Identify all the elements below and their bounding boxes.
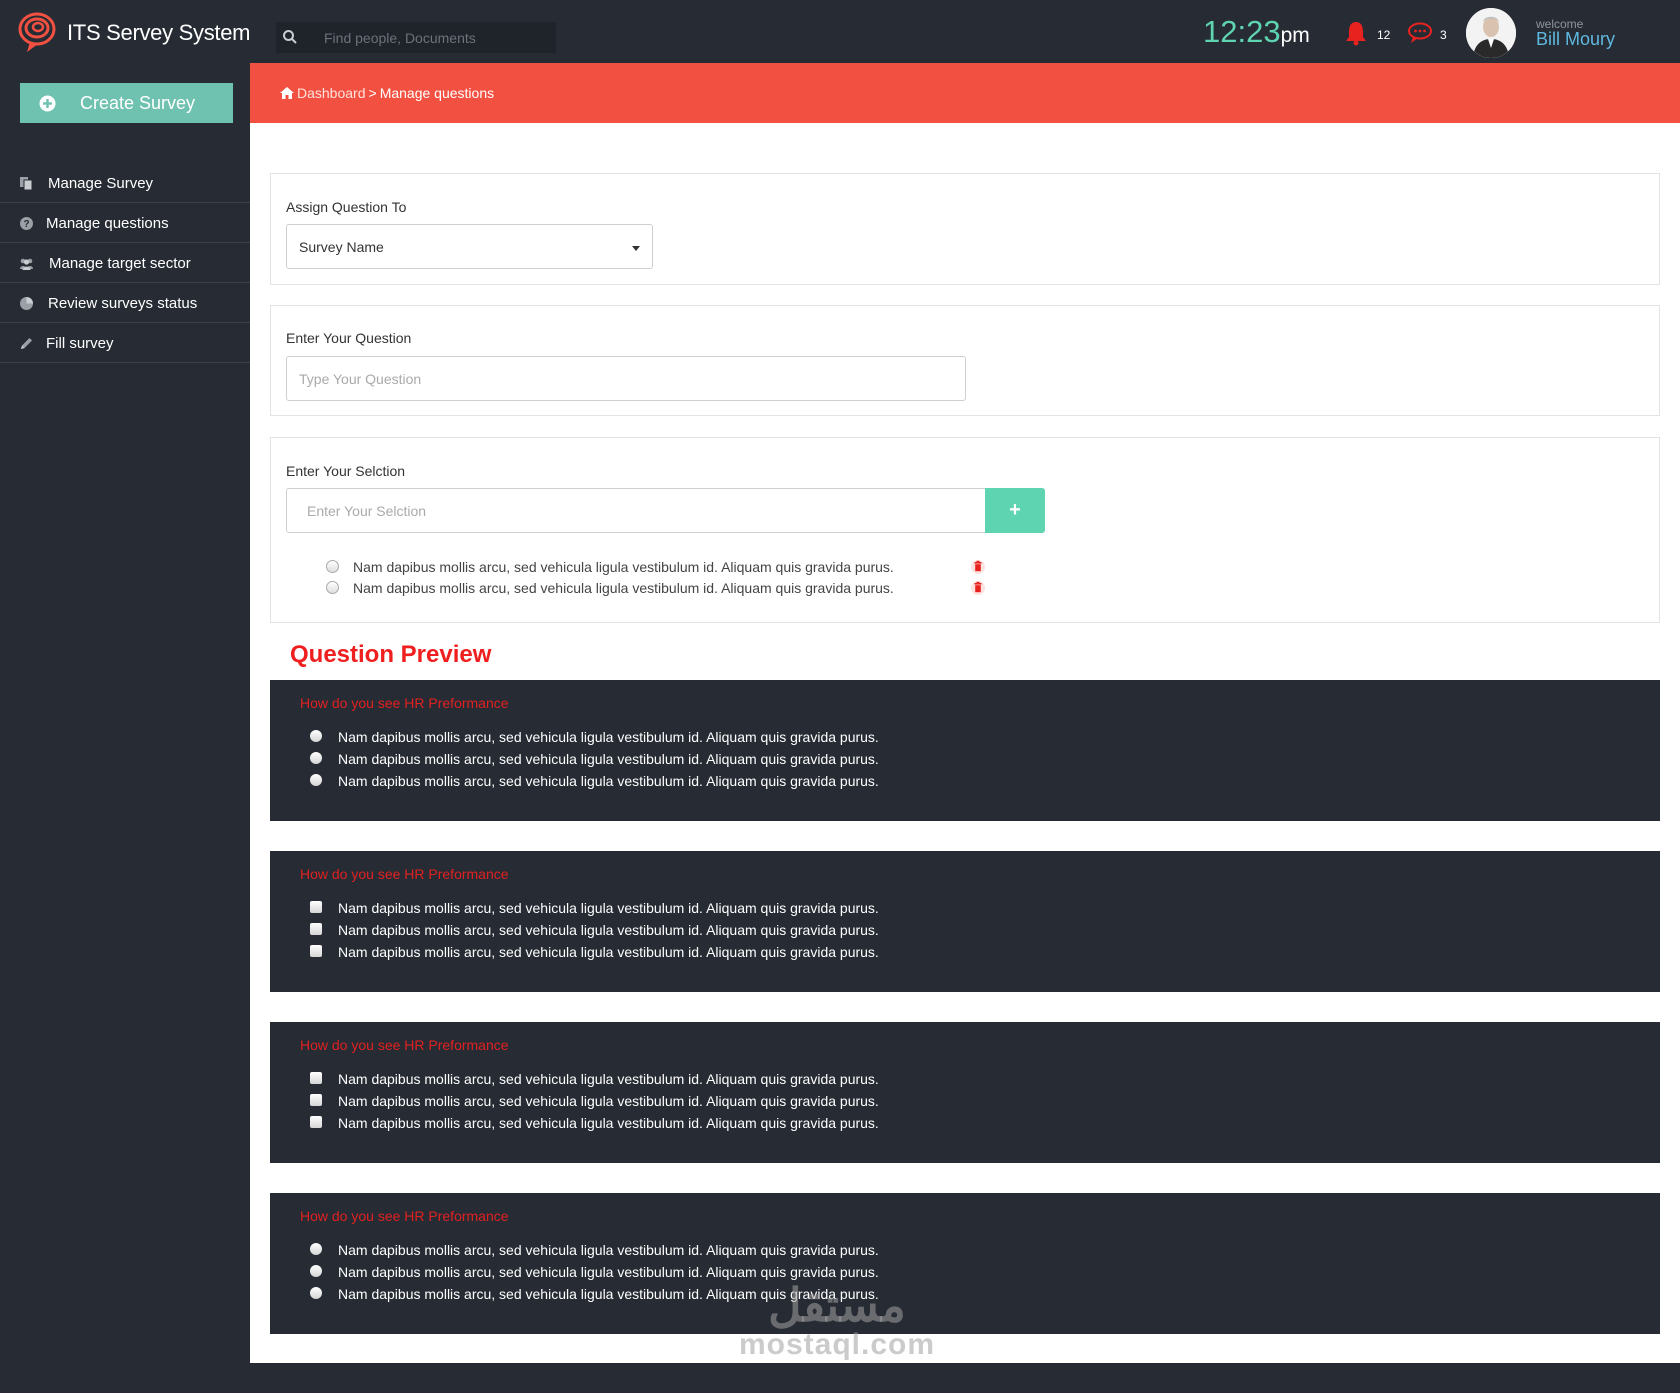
preview-card: How do you see HR Preformance Nam dapibu… [270, 1193, 1660, 1334]
sidebar-item-review-surveys-status[interactable]: Review surveys status [0, 283, 250, 323]
preview-option-radio[interactable] [310, 774, 322, 786]
preview-card-title: How do you see HR Preformance [300, 695, 509, 711]
preview-card: How do you see HR Preformance Nam dapibu… [270, 680, 1660, 821]
preview-card-title: How do you see HR Preformance [300, 1037, 509, 1053]
user-name[interactable]: Bill Moury [1536, 29, 1615, 50]
preview-option-text: Nam dapibus mollis arcu, sed vehicula li… [338, 1115, 879, 1131]
create-survey-button[interactable]: Create Survey [20, 83, 233, 123]
sidebar-nav: Manage Survey ? Manage questions Manage … [0, 163, 250, 363]
search-box [276, 22, 556, 53]
preview-option-checkbox[interactable] [310, 901, 322, 913]
question-input[interactable] [286, 356, 966, 401]
question-panel: Enter Your Question [270, 305, 1660, 416]
users-icon [20, 258, 33, 270]
sidebar-item-label: Manage questions [46, 215, 169, 232]
question-label: Enter Your Question [286, 330, 412, 346]
sidebar-item-label: Fill survey [46, 335, 114, 352]
main-content: Dashboard > Manage questions Assign Questi… [250, 63, 1680, 1363]
watermark-arabic: مستقل [768, 1279, 906, 1331]
assign-question-label: Assign Question To [286, 199, 407, 215]
chat-icon[interactable] [1407, 22, 1433, 44]
preview-option-text: Nam dapibus mollis arcu, sed vehicula li… [338, 1242, 879, 1258]
sidebar-item-manage-survey[interactable]: Manage Survey [0, 163, 250, 203]
preview-option-checkbox[interactable] [310, 1116, 322, 1128]
preview-option-text: Nam dapibus mollis arcu, sed vehicula li… [338, 773, 879, 789]
selection-option-text: Nam dapibus mollis arcu, sed vehicula li… [353, 559, 894, 575]
breadcrumb-separator: > [368, 85, 377, 101]
sidebar-item-label: Review surveys status [48, 295, 198, 312]
preview-option-text: Nam dapibus mollis arcu, sed vehicula li… [338, 729, 879, 745]
search-input[interactable] [324, 22, 549, 53]
breadcrumb-bar: Dashboard > Manage questions [250, 63, 1680, 123]
selection-option-radio[interactable] [326, 581, 339, 594]
sidebar-item-fill-survey[interactable]: Fill survey [0, 323, 250, 363]
watermark: مستقل mostaql.com [737, 1280, 937, 1360]
logo-icon [18, 12, 56, 52]
preview-option-radio[interactable] [310, 1265, 322, 1277]
selection-label: Enter Your Selction [286, 463, 406, 479]
preview-option-checkbox[interactable] [310, 945, 322, 957]
question-preview-title: Question Preview [290, 641, 492, 668]
chevron-down-icon [632, 246, 640, 251]
preview-option-checkbox[interactable] [310, 1094, 322, 1106]
clock: 12:23pm [1203, 14, 1310, 50]
breadcrumb-dashboard-link[interactable]: Dashboard [297, 85, 366, 101]
selection-input[interactable] [286, 488, 986, 533]
user-photo-icon [1466, 8, 1516, 58]
preview-option-radio[interactable] [310, 1287, 322, 1299]
avatar[interactable] [1466, 8, 1516, 58]
preview-option-text: Nam dapibus mollis arcu, sed vehicula li… [338, 1093, 879, 1109]
trash-icon[interactable] [971, 580, 985, 595]
trash-icon[interactable] [971, 559, 985, 574]
preview-option-checkbox[interactable] [310, 1072, 322, 1084]
clock-ampm: pm [1280, 24, 1310, 47]
selection-panel: Enter Your Selction + Nam dapibus mollis… [270, 437, 1660, 623]
pie-chart-icon [20, 297, 33, 310]
sidebar-item-label: Manage Survey [48, 175, 154, 192]
question-circle-icon: ? [20, 217, 33, 230]
clock-time: 12:23 [1203, 14, 1281, 49]
top-bar: ITS Servey System 12:23pm 12 3 welcome B… [0, 0, 1680, 63]
breadcrumb: Dashboard > Manage questions [280, 85, 494, 101]
preview-option-radio[interactable] [310, 752, 322, 764]
search-icon[interactable] [282, 29, 298, 45]
notifications-count: 12 [1377, 28, 1391, 42]
preview-card-title: How do you see HR Preformance [300, 866, 509, 882]
preview-option-text: Nam dapibus mollis arcu, sed vehicula li… [338, 1071, 879, 1087]
plus-circle-icon [39, 95, 56, 112]
assign-question-panel: Assign Question To Survey Name [270, 173, 1660, 285]
preview-option-text: Nam dapibus mollis arcu, sed vehicula li… [338, 944, 879, 960]
selection-option-text: Nam dapibus mollis arcu, sed vehicula li… [353, 580, 894, 596]
pencil-icon [21, 338, 32, 349]
watermark-latin: mostaql.com [738, 1328, 936, 1361]
preview-option-text: Nam dapibus mollis arcu, sed vehicula li… [338, 751, 879, 767]
preview-option-radio[interactable] [310, 730, 322, 742]
survey-name-select[interactable]: Survey Name [286, 224, 653, 269]
preview-card: How do you see HR Preformance Nam dapibu… [270, 851, 1660, 992]
preview-option-text: Nam dapibus mollis arcu, sed vehicula li… [338, 1264, 879, 1280]
breadcrumb-current: Manage questions [379, 85, 495, 101]
brand-title: ITS Servey System [67, 20, 251, 45]
add-selection-button[interactable]: + [985, 488, 1045, 533]
sidebar: Create Survey Manage Survey ? Manage que… [0, 63, 250, 1393]
preview-card-title: How do you see HR Preformance [300, 1208, 509, 1224]
bell-icon[interactable] [1344, 20, 1368, 46]
create-survey-label: Create Survey [80, 93, 196, 113]
preview-option-text: Nam dapibus mollis arcu, sed vehicula li… [338, 922, 879, 938]
svg-text:?: ? [23, 219, 29, 230]
copy-icon [20, 177, 33, 191]
sidebar-item-manage-target-sector[interactable]: Manage target sector [0, 243, 250, 283]
home-icon [280, 87, 294, 99]
sidebar-item-label: Manage target sector [49, 255, 191, 272]
preview-card: How do you see HR Preformance Nam dapibu… [270, 1022, 1660, 1163]
selection-option-radio[interactable] [326, 560, 339, 573]
survey-name-select-value: Survey Name [299, 239, 384, 255]
messages-count: 3 [1440, 28, 1447, 42]
preview-option-radio[interactable] [310, 1243, 322, 1255]
preview-option-text: Nam dapibus mollis arcu, sed vehicula li… [338, 900, 879, 916]
preview-option-checkbox[interactable] [310, 923, 322, 935]
sidebar-item-manage-questions[interactable]: ? Manage questions [0, 203, 250, 243]
